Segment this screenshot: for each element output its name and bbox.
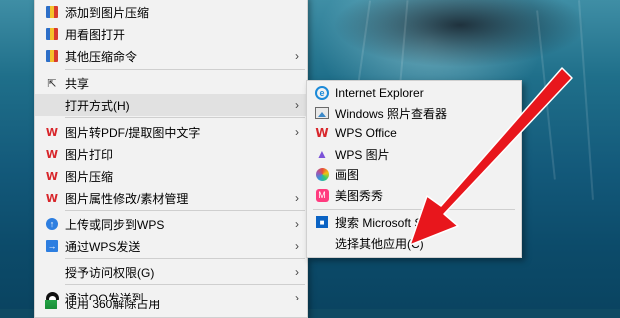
wps-icon: W (45, 169, 59, 183)
zip-icon (45, 49, 59, 63)
submenu-item-photo-viewer[interactable]: Windows 照片查看器 (307, 103, 521, 123)
menu-item-add-to-compress[interactable]: 添加到图片压缩 (35, 1, 307, 23)
zip-icon (45, 27, 59, 41)
submenu-item-wps-office[interactable]: W WPS Office (307, 123, 521, 143)
menu-item-open-with-viewer[interactable]: 用看图打开 (35, 23, 307, 45)
chevron-right-icon: › (295, 239, 299, 253)
menu-separator (65, 258, 305, 259)
submenu-item-meitu[interactable]: M 美图秀秀 (307, 185, 521, 205)
submenu-item-wps-picture[interactable]: ▲ WPS 图片 (307, 144, 521, 164)
store-icon: ■ (315, 215, 329, 229)
open-with-submenu: e Internet Explorer Windows 照片查看器 W WPS … (306, 80, 522, 258)
wps-office-icon: W (315, 126, 329, 140)
context-menu: 添加到图片压缩 用看图打开 其他压缩命令 › ⇱ 共享 打开方式(H) › W … (34, 0, 308, 318)
submenu-item-internet-explorer[interactable]: e Internet Explorer (307, 83, 521, 103)
menu-item-image-print[interactable]: W 图片打印 (35, 143, 307, 165)
menu-item-open-with[interactable]: 打开方式(H) › (35, 94, 307, 116)
meitu-icon: M (315, 188, 329, 202)
wps-picture-icon: ▲ (316, 147, 328, 161)
zip-icon (45, 5, 59, 19)
menu-separator (65, 117, 305, 118)
360-icon (45, 300, 57, 309)
upload-icon: ↑ (45, 217, 59, 231)
menu-item-image-compress[interactable]: W 图片压缩 (35, 165, 307, 187)
menu-item-image-properties[interactable]: W 图片属性修改/素材管理 › (35, 187, 307, 209)
chevron-right-icon: › (295, 217, 299, 231)
menu-separator (65, 210, 305, 211)
send-icon: → (46, 240, 58, 252)
menu-item-share[interactable]: ⇱ 共享 (35, 72, 307, 94)
chevron-right-icon: › (295, 98, 299, 112)
wps-icon: W (45, 125, 59, 139)
menu-item-upload-wps[interactable]: ↑ 上传或同步到WPS › (35, 213, 307, 235)
chevron-right-icon: › (295, 265, 299, 279)
paint-icon (315, 167, 329, 181)
wps-icon: W (45, 191, 59, 205)
submenu-item-choose-another-app[interactable]: 选择其他应用(C) (307, 233, 521, 253)
submenu-item-search-store[interactable]: ■ 搜索 Microsoft Store (307, 212, 521, 232)
menu-separator (65, 69, 305, 70)
share-icon: ⇱ (47, 77, 57, 90)
menu-separator (65, 284, 305, 285)
internet-explorer-icon: e (315, 86, 329, 100)
submenu-separator (313, 209, 515, 210)
menu-item-grant-access[interactable]: 授予访问权限(G) › (35, 261, 307, 283)
menu-item-360-unlock[interactable]: 使用 360解除占用 (34, 300, 308, 309)
menu-item-image-to-pdf[interactable]: W 图片转PDF/提取图中文字 › (35, 121, 307, 143)
menu-item-other-compress[interactable]: 其他压缩命令 › (35, 45, 307, 67)
menu-item-send-via-wps[interactable]: → 通过WPS发送 › (35, 235, 307, 257)
chevron-right-icon: › (295, 125, 299, 139)
photo-viewer-icon (315, 106, 329, 120)
wps-icon: W (45, 147, 59, 161)
chevron-right-icon: › (295, 49, 299, 63)
chevron-right-icon: › (295, 191, 299, 205)
submenu-item-paint[interactable]: 画图 (307, 164, 521, 184)
